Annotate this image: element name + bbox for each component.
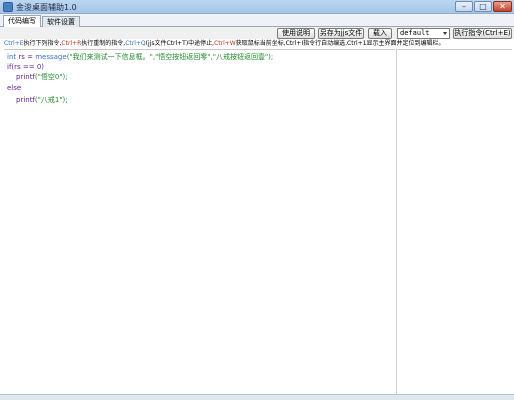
code-function: printf [16,96,35,104]
minimize-button[interactable]: – [455,1,473,12]
hint-shortcut-stop: Ctrl+Q [125,40,146,47]
close-button[interactable]: ✕ [493,1,512,12]
load-button[interactable]: 载入 [368,28,392,39]
code-line-4: else [7,84,22,92]
toolbar: 使用说明 另存为jjs文件 载入 default 执行指令(Ctrl+E) [0,27,514,39]
code-function: printf [16,73,35,81]
app-icon [3,2,13,12]
hint-text-repeat: 执行重制的指令, [81,40,126,47]
code-string: ("我们来测试一下信息框。","悟空按钮返回零","八戒按钮返回壹"); [66,53,274,61]
code-text: rs = [16,53,36,61]
code-line-1: int rs = message("我们来测试一下信息框。","悟空按钮返回零"… [7,52,273,62]
maximize-button[interactable]: □ [474,1,492,12]
hint-shortcut-run: Ctrl+E [4,40,24,47]
chevron-down-icon [443,32,447,35]
code-line-3: printf("悟空0"); [16,72,68,82]
window-title: 金浚桌面辅助1.0 [16,3,77,12]
hint-shortcut-repeat: Ctrl+R [61,40,82,47]
tab-strip: 代码编写 软件设置 [0,14,514,28]
preset-select[interactable]: default [397,28,450,39]
help-button[interactable]: 使用说明 [277,28,315,39]
shortcut-hint: Ctrl+E执行下列指令,Ctrl+R执行重制的指令,Ctrl+Q(jjs文件C… [4,39,512,49]
window-bottom-border [0,394,514,400]
hint-text-coords: 获取鼠标当前坐标,Ctrl+I指令行自动编选,Ctrl+1显示主界面并定位到编辑… [235,40,445,47]
preset-select-value: default [400,29,430,37]
save-as-button[interactable]: 另存为jjs文件 [318,28,364,39]
tab-software-settings[interactable]: 软件设置 [42,16,80,27]
title-bar: 金浚桌面辅助1.0 – □ ✕ [0,0,514,14]
code-string: ("八戒1"); [34,96,68,104]
code-function: message [35,53,67,61]
code-string: ("悟空0"); [34,73,68,81]
code-keyword: int [7,53,17,61]
code-editor[interactable]: int rs = message("我们来测试一下信息框。","悟空按钮返回零"… [4,49,395,394]
hint-shortcut-coords: Ctrl+W [214,40,236,47]
hint-text-stop: (jjs文件Ctrl+T)中途停止, [145,40,215,47]
run-button[interactable]: 执行指令(Ctrl+E) [453,28,512,39]
hint-text-run: 执行下列指令, [23,40,62,47]
code-line-2: if(rs == 0) [7,63,45,71]
code-line-5: printf("八戒1"); [16,95,68,105]
side-panel [396,49,512,394]
